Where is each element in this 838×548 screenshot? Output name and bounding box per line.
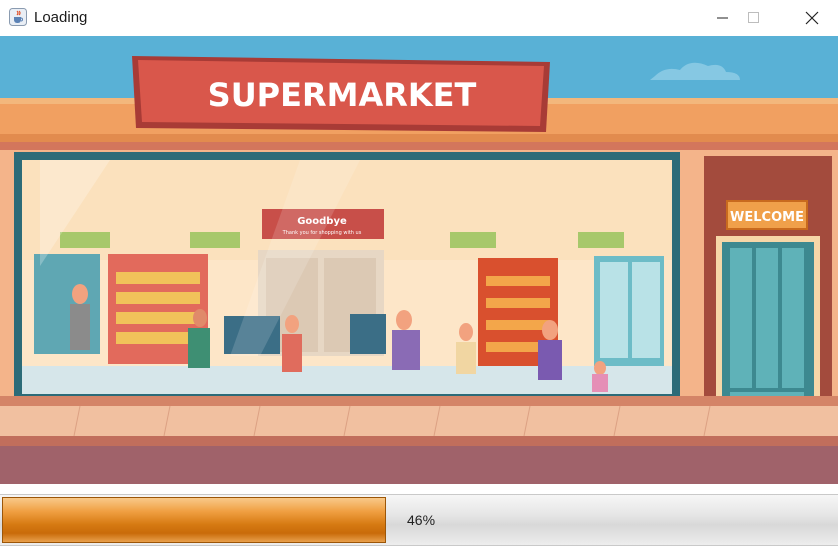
java-cup-icon — [9, 8, 27, 26]
splash-image: SUPERMARKET Goodbye Thank you for shoppi… — [0, 36, 838, 484]
progress-fill — [2, 497, 386, 543]
maximize-button[interactable] — [731, 0, 777, 36]
welcome-sign-text: WELCOME — [730, 210, 804, 225]
window-title: Loading — [34, 9, 88, 26]
store-window: Goodbye Thank you for shopping with us — [14, 152, 680, 402]
close-icon — [805, 11, 819, 25]
maximize-icon — [748, 12, 759, 23]
supermarket-illustration: SUPERMARKET Goodbye Thank you for shoppi… — [0, 36, 838, 484]
store-sign-text: SUPERMARKET — [208, 76, 477, 114]
store-door: WELCOME — [704, 156, 832, 426]
progress-area: 46% — [0, 484, 838, 548]
minimize-icon — [717, 17, 728, 19]
progress-label: 46% — [407, 512, 436, 528]
store-sign: SUPERMARKET — [132, 56, 550, 132]
loading-progress-bar: 46% — [0, 494, 838, 546]
title-bar: Loading — [0, 0, 838, 36]
close-button[interactable] — [789, 0, 835, 36]
